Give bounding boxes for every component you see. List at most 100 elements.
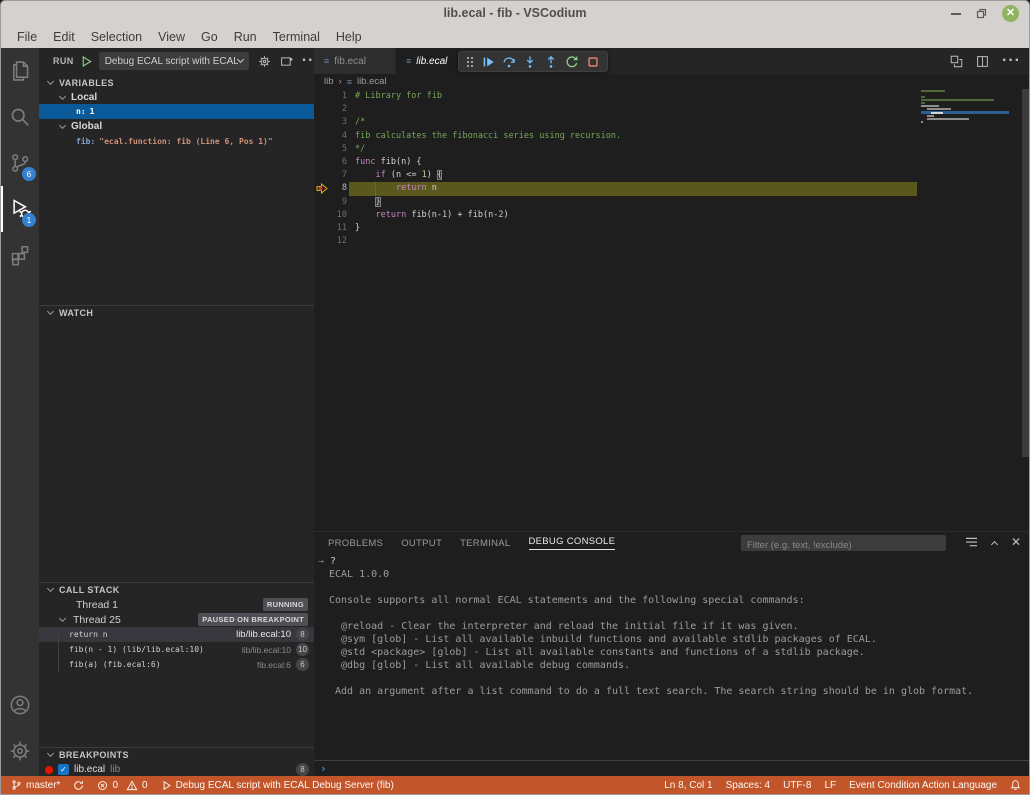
indentation-item[interactable]: Spaces: 4	[726, 780, 770, 791]
call-stack-section-header[interactable]: CALL STACK	[39, 582, 314, 597]
split-editor-icon[interactable]	[976, 55, 989, 68]
thread-status-badge: PAUSED ON BREAKPOINT	[198, 613, 308, 626]
problems-status-item[interactable]: 0 0	[97, 780, 147, 791]
drag-handle-icon[interactable]	[466, 56, 474, 68]
console-line: @dbg [glob] - List all available debug c…	[314, 659, 1030, 672]
line-number[interactable]: 6	[314, 156, 347, 169]
breakpoint-row[interactable]: ✓ lib.ecal lib 8	[39, 762, 314, 777]
restore-button[interactable]	[976, 8, 987, 19]
watch-section-header[interactable]: WATCH	[39, 305, 314, 320]
editor-more-actions-icon[interactable]: ···	[1002, 52, 1021, 70]
line-number[interactable]: 9	[314, 196, 347, 209]
open-changes-icon[interactable]	[950, 55, 963, 68]
debug-status-item[interactable]: Debug ECAL script with ECAL Debug Server…	[161, 780, 394, 791]
menu-edit[interactable]: Edit	[45, 30, 83, 44]
manage-item[interactable]	[1, 728, 39, 774]
tab-problems[interactable]: PROBLEMS	[328, 538, 383, 549]
console-line: Add an argument after a list command to …	[314, 685, 1030, 698]
open-debug-console-icon[interactable]	[280, 55, 293, 68]
branch-status-item[interactable]: master*	[11, 779, 60, 791]
stack-frame-row[interactable]: fib(n - 1) (lib/lib.ecal:10) lib/lib.eca…	[39, 642, 314, 657]
variables-section-header[interactable]: VARIABLES	[39, 75, 314, 90]
stack-frame-row[interactable]: return n lib/lib.ecal:10 8	[39, 627, 314, 642]
line-number[interactable]: 5	[314, 143, 347, 156]
breakpoints-section-header[interactable]: BREAKPOINTS	[39, 747, 314, 762]
line-number[interactable]: 2	[314, 103, 347, 116]
file-icon: ≡	[406, 56, 411, 66]
menu-help[interactable]: Help	[328, 30, 370, 44]
extensions-icon	[9, 244, 31, 266]
tab-debug-console[interactable]: DEBUG CONSOLE	[529, 536, 616, 550]
stack-frame-row[interactable]: fib(a) (fib.ecal:6) fib.ecal:6 6	[39, 657, 314, 672]
tab-lib-ecal[interactable]: ≡ lib.ecal	[396, 48, 460, 74]
step-out-icon[interactable]	[544, 55, 558, 69]
tab-fib-ecal[interactable]: ≡ fib.ecal	[314, 48, 396, 74]
language-mode-item[interactable]: Event Condition Action Language	[849, 780, 997, 791]
sync-status-item[interactable]	[73, 780, 84, 791]
scope-global[interactable]: Global	[39, 119, 314, 134]
line-number[interactable]: 11	[314, 222, 347, 235]
variable-row-n[interactable]: n: 1	[39, 104, 314, 119]
window-title: lib.ecal - fib - VSCodium	[1, 1, 1029, 26]
editor-scrollbar[interactable]	[1022, 89, 1030, 457]
notifications-item[interactable]	[1010, 779, 1021, 791]
close-panel-icon[interactable]: ✕	[1011, 536, 1021, 548]
console-input-echo: → ?	[314, 555, 1030, 568]
close-button[interactable]: ✕	[1002, 5, 1019, 22]
line-number[interactable]: 7	[314, 169, 347, 182]
thread-row-1[interactable]: Thread 1 RUNNING	[39, 597, 314, 612]
debug-configuration-select[interactable]: Debug ECAL script with ECAL D	[99, 52, 249, 70]
restart-icon[interactable]	[565, 55, 579, 69]
current-debug-line[interactable]: 8 return n	[314, 182, 1030, 195]
chevron-down-icon	[47, 585, 54, 592]
bottom-panel: PROBLEMS OUTPUT TERMINAL DEBUG CONSOLE ✕…	[314, 531, 1030, 776]
menu-selection[interactable]: Selection	[83, 30, 150, 44]
settings-gear-icon[interactable]	[258, 55, 271, 68]
tab-terminal[interactable]: TERMINAL	[460, 538, 510, 549]
breadcrumb[interactable]: lib › ≡ lib.ecal	[314, 74, 1030, 89]
menu-go[interactable]: Go	[193, 30, 226, 44]
minimize-button[interactable]	[951, 13, 961, 15]
step-over-icon[interactable]	[502, 55, 516, 69]
console-input-row[interactable]: ›	[314, 760, 1030, 776]
eol-item[interactable]: LF	[824, 780, 836, 791]
line-number[interactable]: 10	[314, 209, 347, 222]
file-icon: ≡	[324, 56, 329, 66]
debug-console-output[interactable]: → ? ECAL 1.0.0 Console supports all norm…	[314, 555, 1030, 760]
accounts-item[interactable]	[1, 682, 39, 728]
variable-row-fib[interactable]: fib: "ecal.function: fib (Line 6, Pos 1)…	[39, 134, 314, 149]
menu-terminal[interactable]: Terminal	[265, 30, 328, 44]
cursor-position-item[interactable]: Ln 8, Col 1	[664, 780, 712, 791]
titlebar[interactable]: lib.ecal - fib - VSCodium ✕	[1, 1, 1029, 26]
breakpoint-checkbox[interactable]: ✓	[58, 764, 69, 775]
continue-icon[interactable]	[481, 55, 495, 69]
minimap-current-line	[921, 111, 1009, 114]
line-number[interactable]: 4	[314, 130, 347, 143]
stop-icon[interactable]	[586, 55, 600, 69]
menu-file[interactable]: File	[9, 30, 45, 44]
menu-view[interactable]: View	[150, 30, 193, 44]
sidebar-item-run-debug[interactable]: 1	[1, 186, 39, 232]
sidebar-item-search[interactable]	[1, 94, 39, 140]
sidebar-item-source-control[interactable]: 6	[1, 140, 39, 186]
minimap[interactable]	[921, 90, 1013, 124]
line-number[interactable]: 12	[314, 235, 347, 248]
tab-output[interactable]: OUTPUT	[401, 538, 442, 549]
thread-row-25[interactable]: Thread 25 PAUSED ON BREAKPOINT	[39, 612, 314, 627]
code-editor[interactable]: 1# Library for fib 2 3/* 4fib calculates…	[314, 89, 1030, 531]
collapse-all-icon[interactable]	[965, 537, 978, 548]
step-into-icon[interactable]	[523, 55, 537, 69]
console-line: @sym [glob] - List all available inbuild…	[314, 633, 1030, 646]
menu-run[interactable]: Run	[226, 30, 265, 44]
sidebar-item-explorer[interactable]	[1, 48, 39, 94]
scope-local[interactable]: Local	[39, 90, 314, 105]
maximize-panel-icon[interactable]	[991, 540, 998, 547]
thread-status-badge: RUNNING	[263, 598, 308, 611]
start-debug-icon[interactable]	[80, 55, 93, 68]
line-number[interactable]: 1	[314, 90, 347, 103]
sidebar-item-extensions[interactable]	[1, 232, 39, 278]
console-filter-input[interactable]	[741, 538, 946, 554]
run-debug-sidebar: RUN Debug ECAL script with ECAL D ···	[39, 48, 314, 776]
encoding-item[interactable]: UTF-8	[783, 780, 811, 791]
line-number[interactable]: 3	[314, 116, 347, 129]
